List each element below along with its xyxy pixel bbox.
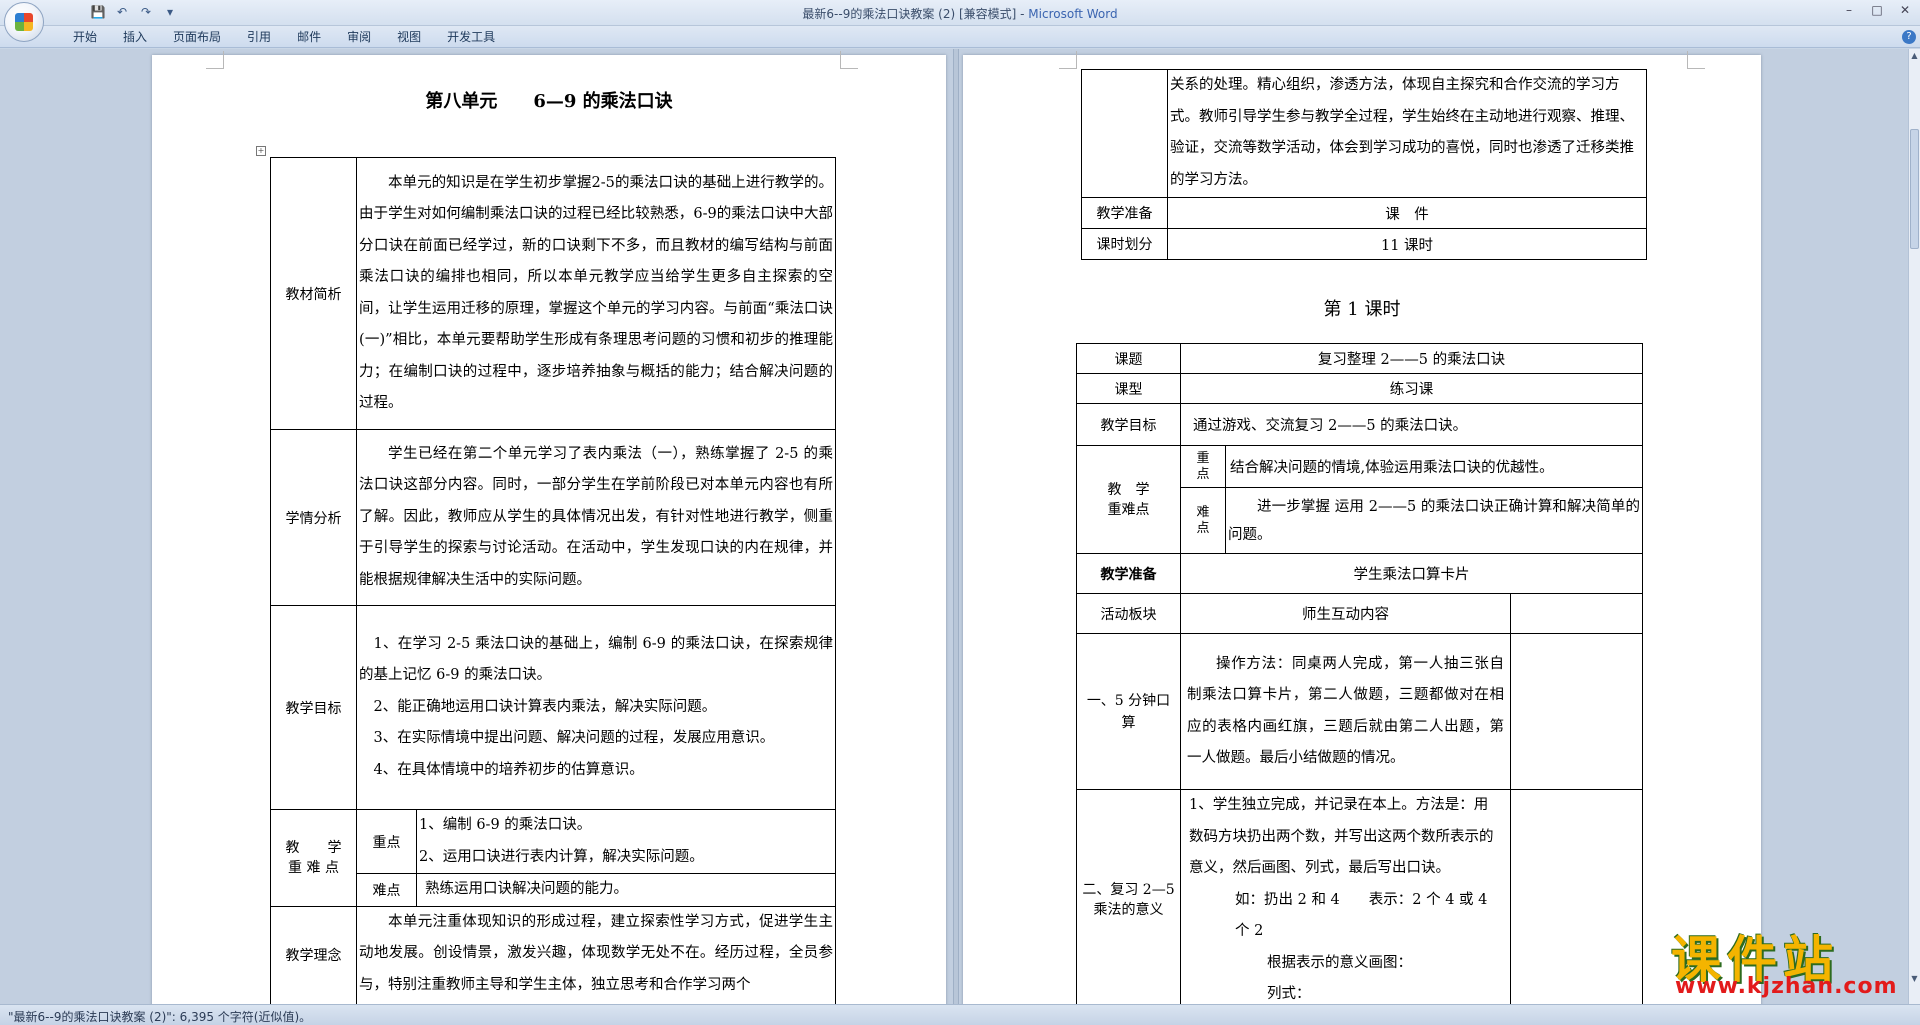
status-word-count[interactable]: "最新6--9的乘法口诀教案 (2)": 6,395 个字符(近似值)。 (8, 1008, 311, 1025)
watermark-url: www.kjzhan.com (1675, 974, 1898, 999)
scrollbar-thumb[interactable] (1910, 129, 1919, 249)
document-page-left: 第八单元 6—9 的乘法口诀 + 教材简析 本单元的知识是在学生初步掌握2-5的… (152, 51, 946, 1004)
ribbon-tab[interactable]: 邮件 (284, 29, 334, 45)
app-name: Microsoft Word (1028, 7, 1118, 21)
difficulty-text[interactable]: 熟练运用口诀解决问题的能力。 (416, 873, 836, 907)
difficulty-label: 难点 (356, 873, 417, 907)
key-point-label: 重点 (356, 809, 417, 874)
table-move-handle-icon[interactable]: + (256, 146, 266, 156)
document-name: 最新6--9的乘法口诀教案 (2) [兼容模式] (802, 7, 1017, 21)
activity-2-cell[interactable]: 1、学生独立完成，并记录在本上。方法是：用数码方块扔出两个数，并写出这两个数所表… (1180, 789, 1511, 1004)
table-row: 关系的处理。精心组织，渗透方法，体现自主探究和合作交流的学习方式。教师引导学生参… (1081, 69, 1647, 198)
lesson-type-label: 课型 (1076, 373, 1181, 404)
vertical-scrollbar[interactable]: ▲ ▼ (1908, 49, 1920, 1004)
ribbon-tab[interactable]: 开始 (60, 29, 110, 45)
scroll-up-icon[interactable]: ▲ (1910, 51, 1919, 61)
interaction-label: 师生互动内容 (1180, 593, 1511, 634)
hours-label: 课时划分 (1081, 228, 1168, 260)
close-icon[interactable]: ✕ (1898, 3, 1912, 17)
goal-item: 3、在实际情境中提出问题、解决问题的过程，发展应用意识。 (373, 730, 775, 747)
activity-1-text[interactable]: 操作方法：同桌两人完成，第一人抽三张自制乘法口算卡片，第二人做题，三题都做对在相… (1180, 633, 1511, 790)
lesson-prep-label: 教学准备 (1076, 553, 1181, 594)
table-row: 课型 练习课 (1076, 373, 1643, 404)
lesson-goal-label: 教学目标 (1076, 403, 1181, 446)
topic-value[interactable]: 复习整理 2——5 的乘法口诀 (1180, 343, 1643, 374)
window-controls: – □ ✕ (1842, 3, 1912, 17)
ribbon-tab[interactable]: 视图 (384, 29, 434, 45)
document-workspace: 第八单元 6—9 的乘法口诀 + 教材简析 本单元的知识是在学生初步掌握2-5的… (0, 49, 1908, 1004)
teaching-idea-label: 教学理念 (270, 905, 357, 1004)
ribbon-tab[interactable]: 插入 (110, 29, 160, 45)
status-bar: "最新6--9的乘法口诀教案 (2)": 6,395 个字符(近似值)。 (0, 1004, 1920, 1025)
activity-2-label: 二、复习 2—5乘法的意义 (1076, 789, 1181, 1004)
lesson-difficulty-value[interactable]: 进一步掌握 运用 2——5 的乘法口诀正确计算和解决简单的问题。 (1225, 487, 1643, 554)
activity-block-label: 活动板块 (1076, 593, 1181, 634)
ribbon-tabs: 开始 插入 页面布局 引用 邮件 审阅 视图 开发工具 ? (0, 26, 1920, 48)
table-row: 教材简析 本单元的知识是在学生初步掌握2-5的乘法口诀的基础上进行教学的。由于学… (270, 157, 836, 430)
ribbon-tab[interactable]: 页面布局 (160, 29, 234, 45)
prep-label: 教学准备 (1081, 197, 1168, 229)
key-point-cell[interactable]: 1、编制 6-9 的乘法口诀。 2、运用口诀进行表内计算，解决实际问题。 (416, 809, 836, 874)
watermark-logo: 课件站 www.kjzhan.com (1665, 920, 1905, 1000)
table-row: 教学准备 学生乘法口算卡片 (1076, 553, 1643, 594)
table-row: 课时划分 11 课时 (1081, 228, 1647, 260)
table-row: 二、复习 2—5乘法的意义 1、学生独立完成，并记录在本上。方法是：用数码方块扔… (1076, 789, 1643, 1004)
goal-item: 2、能正确地运用口诀计算表内乘法，解决实际问题。 (373, 698, 717, 715)
window-title: 最新6--9的乘法口诀教案 (2) [兼容模式] - Microsoft Wor… (802, 7, 1118, 21)
page-splitter[interactable] (953, 49, 959, 1004)
table-row: 一、5 分钟口算 操作方法：同桌两人完成，第一人抽三张自制乘法口算卡片，第二人做… (1076, 633, 1643, 790)
title-bar: 💾 ↶ ↷ ▾ 最新6--9的乘法口诀教案 (2) [兼容模式] - Micro… (0, 0, 1920, 42)
prep-value[interactable]: 课 件 (1167, 197, 1647, 229)
lesson-key-value[interactable]: 结合解决问题的情境,体验运用乘法口诀的优越性。 (1225, 445, 1643, 488)
table-row: 教学目标 通过游戏、交流复习 2——5 的乘法口诀。 (1076, 403, 1643, 446)
student-analysis-text[interactable]: 学生已经在第二个单元学习了表内乘法（一），熟练掌握了 2-5 的乘法口诀这部分内… (356, 429, 836, 606)
lesson-plan-table: 课题 复习整理 2——5 的乘法口诀 课型 练习课 教学目标 通过游戏、交流复习… (1076, 343, 1643, 1004)
lesson-difficulty-label: 难 点 (1180, 487, 1226, 554)
teaching-goal-label: 教学目标 (270, 605, 357, 810)
teaching-idea-text[interactable]: 本单元注重体现知识的形成过程，建立探索性学习方式，促进学生主动地发展。创设情景，… (356, 905, 836, 1004)
lesson-key-label: 重 点 (1180, 445, 1226, 488)
ribbon-tab[interactable]: 引用 (234, 29, 284, 45)
table-row: 教学准备 课 件 (1081, 197, 1647, 229)
lesson-title: 第 1 课时 (1323, 299, 1401, 320)
scroll-down-icon[interactable]: ▼ (1910, 974, 1919, 984)
office-logo-icon (15, 13, 33, 31)
lesson-prep-value[interactable]: 学生乘法口算卡片 (1180, 553, 1643, 594)
ribbon-tab[interactable]: 开发工具 (434, 29, 508, 45)
unit-overview-table: 教材简析 本单元的知识是在学生初步掌握2-5的乘法口诀的基础上进行教学的。由于学… (270, 157, 836, 1004)
activity-1-label: 一、5 分钟口算 (1076, 633, 1181, 790)
table-row: 教学目标 1、在学习 2-5 乘法口诀的基础上，编制 6-9 的乘法口诀，在探索… (270, 605, 836, 810)
minimize-icon[interactable]: – (1842, 3, 1856, 17)
key-difficulty-label: 教 学 重 难 点 (270, 809, 357, 907)
help-icon[interactable]: ? (1902, 30, 1916, 44)
teaching-goal-cell[interactable]: 1、在学习 2-5 乘法口诀的基础上，编制 6-9 的乘法口诀，在探索规律的基上… (356, 605, 836, 810)
topic-label: 课题 (1076, 343, 1181, 374)
lesson-goal-value[interactable]: 通过游戏、交流复习 2——5 的乘法口诀。 (1180, 403, 1643, 446)
office-button[interactable] (4, 2, 44, 42)
table-row: 教学理念 本单元注重体现知识的形成过程，建立探索性学习方式，促进学生主动地发展。… (270, 905, 836, 1004)
maximize-icon[interactable]: □ (1870, 3, 1884, 17)
document-page-right: 关系的处理。精心组织，渗透方法，体现自主探究和合作交流的学习方式。教师引导学生参… (963, 51, 1761, 1004)
textbook-analysis-label: 教材简析 (270, 157, 357, 430)
goal-item: 1、在学习 2-5 乘法口诀的基础上，编制 6-9 的乘法口诀，在探索规律的基上… (359, 635, 833, 684)
table-row: 学情分析 学生已经在第二个单元学习了表内乘法（一），熟练掌握了 2-5 的乘法口… (270, 429, 836, 606)
table-row: 课题 复习整理 2——5 的乘法口诀 (1076, 343, 1643, 374)
student-analysis-label: 学情分析 (270, 429, 357, 606)
table-row: 活动板块 师生互动内容 (1076, 593, 1643, 634)
textbook-analysis-text[interactable]: 本单元的知识是在学生初步掌握2-5的乘法口诀的基础上进行教学的。由于学生对如何编… (356, 157, 836, 430)
lesson-type-value[interactable]: 练习课 (1180, 373, 1643, 404)
unit-overview-continued-table: 关系的处理。精心组织，渗透方法，体现自主探究和合作交流的学习方式。教师引导学生参… (1081, 69, 1647, 260)
table-row: 教 学 重 难 点 重点 1、编制 6-9 的乘法口诀。 2、运用口诀进行表内计… (270, 809, 836, 907)
ribbon-tab[interactable]: 审阅 (334, 29, 384, 45)
teaching-idea-continued[interactable]: 关系的处理。精心组织，渗透方法，体现自主探究和合作交流的学习方式。教师引导学生参… (1167, 69, 1647, 198)
lesson-key-difficulty-label: 教 学 重难点 (1076, 445, 1181, 554)
hours-value[interactable]: 11 课时 (1167, 228, 1647, 260)
table-row: 教 学 重难点 重 点 结合解决问题的情境,体验运用乘法口诀的优越性。 (1076, 445, 1643, 554)
unit-title: 第八单元 6—9 的乘法口诀 (425, 91, 673, 112)
goal-item: 4、在具体情境中的培养初步的估算意识。 (373, 761, 644, 778)
